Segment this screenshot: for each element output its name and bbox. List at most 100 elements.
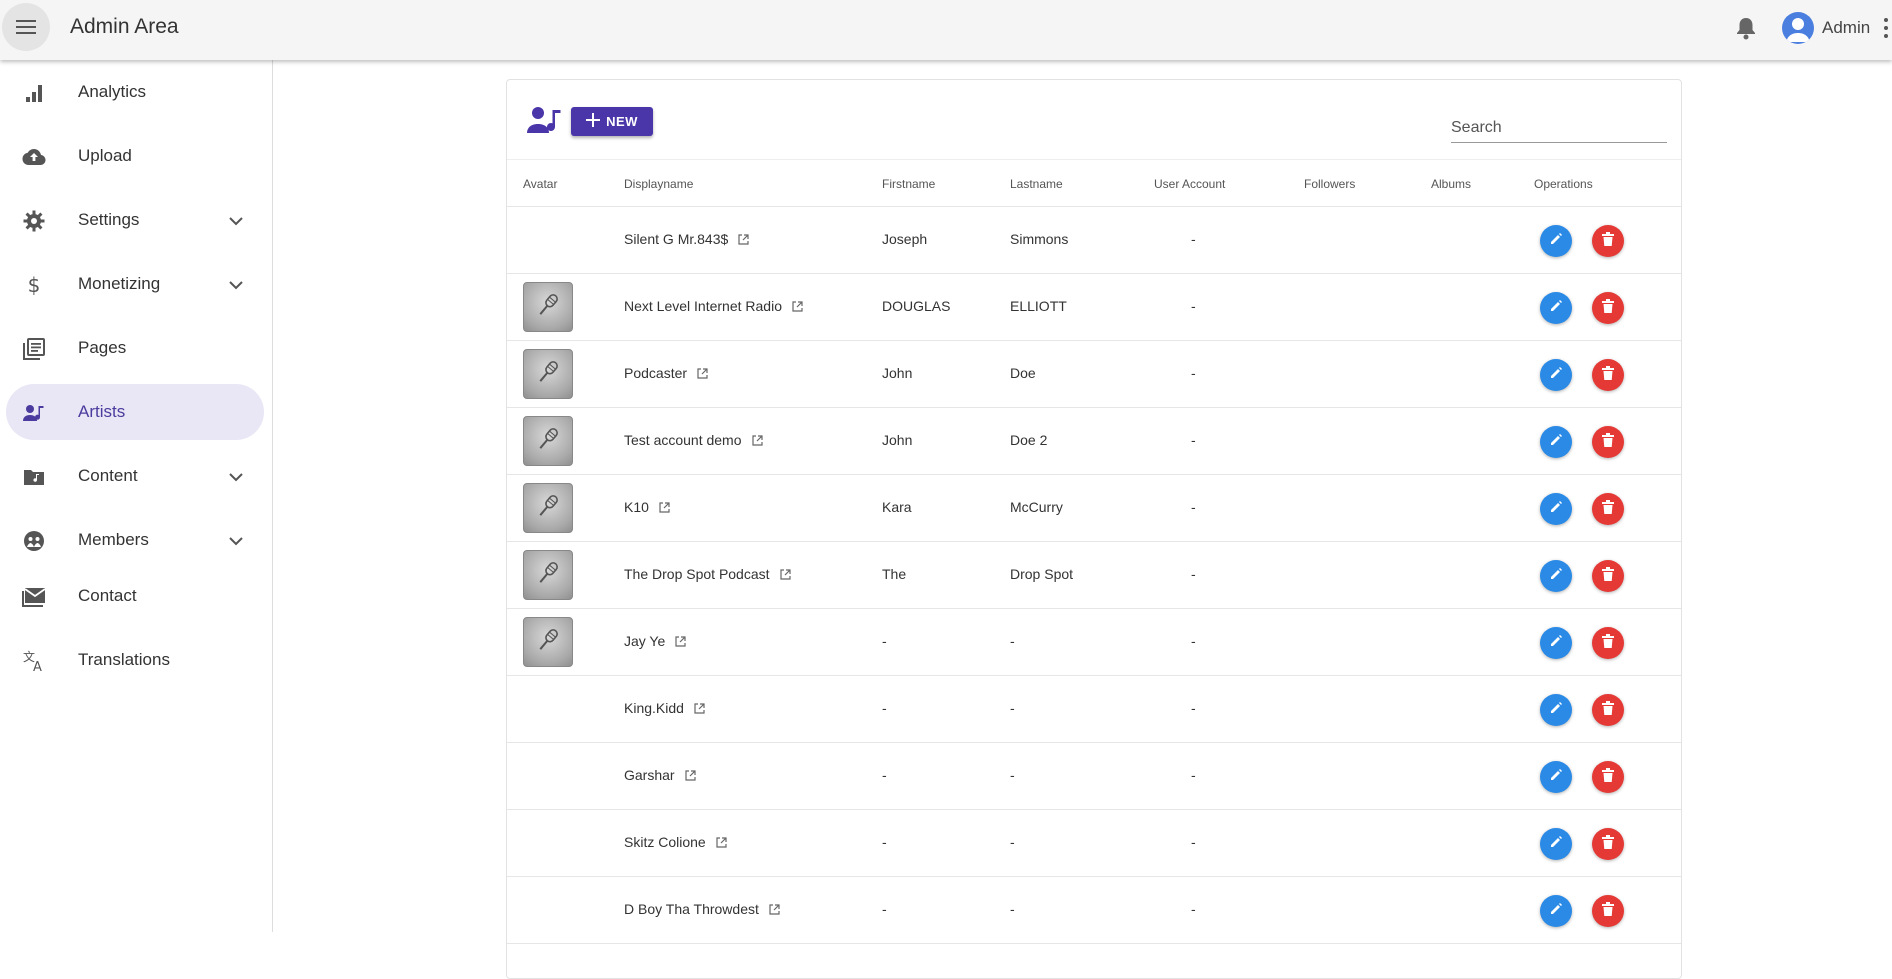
trash-icon <box>1602 365 1614 385</box>
sidebar-item-translations[interactable]: 文A Translations <box>6 632 264 688</box>
sidebar-item-label: Content <box>78 466 138 485</box>
cell-firstname: - <box>882 901 887 917</box>
artist-displayname-link[interactable]: Jay Ye <box>624 633 686 650</box>
column-header-followers[interactable]: Followers <box>1304 177 1355 191</box>
top-app-bar: Admin Area Admin <box>0 0 1892 60</box>
bell-icon[interactable] <box>1735 16 1757 45</box>
edit-button[interactable] <box>1540 895 1572 927</box>
menu-icon[interactable] <box>2 3 50 51</box>
cell-firstname: - <box>882 767 887 783</box>
displayname-text: King.Kidd <box>624 700 684 716</box>
table-row: Skitz Colione - - - <box>507 810 1681 877</box>
delete-button[interactable] <box>1592 225 1624 257</box>
open-external-icon[interactable] <box>684 768 696 784</box>
edit-button[interactable] <box>1540 828 1572 860</box>
sidebar-item-upload[interactable]: Upload <box>6 128 264 184</box>
column-header-firstname[interactable]: Firstname <box>882 177 935 191</box>
edit-button[interactable] <box>1540 560 1572 592</box>
delete-button[interactable] <box>1592 627 1624 659</box>
open-external-icon[interactable] <box>751 433 763 449</box>
edit-button[interactable] <box>1540 426 1572 458</box>
delete-button[interactable] <box>1592 828 1624 860</box>
chevron-down-icon <box>229 533 243 551</box>
sidebar-item-members[interactable]: Members <box>6 512 264 568</box>
displayname-text: Podcaster <box>624 365 688 381</box>
sidebar-item-monetizing[interactable]: $ Monetizing <box>6 256 264 312</box>
open-external-icon[interactable] <box>769 902 780 918</box>
sidebar-item-contact[interactable]: Contact <box>6 568 264 624</box>
edit-button[interactable] <box>1540 761 1572 793</box>
search-input[interactable] <box>1451 113 1667 143</box>
artist-displayname-link[interactable]: King.Kidd <box>624 700 705 717</box>
table-row: D Boy Tha Throwdest - - - <box>507 877 1681 944</box>
table-row: Jay Ye - - - <box>507 609 1681 676</box>
sidebar-item-content[interactable]: Content <box>6 448 264 504</box>
artist-displayname-link[interactable]: D Boy Tha Throwdest <box>624 901 780 918</box>
edit-button[interactable] <box>1540 225 1572 257</box>
edit-button[interactable] <box>1540 627 1572 659</box>
artist-displayname-link[interactable]: K10 <box>624 499 670 516</box>
table-row: The Drop Spot Podcast The Drop Spot - <box>507 542 1681 609</box>
column-header-user-account[interactable]: User Account <box>1154 177 1225 191</box>
gear-icon <box>22 209 46 233</box>
avatar <box>1782 12 1814 44</box>
artist-displayname-link[interactable]: Next Level Internet Radio <box>624 298 803 315</box>
delete-button[interactable] <box>1592 359 1624 391</box>
open-external-icon[interactable] <box>675 634 686 650</box>
delete-button[interactable] <box>1592 426 1624 458</box>
artist-displayname-link[interactable]: Podcaster <box>624 365 708 382</box>
sidebar-item-pages[interactable]: Pages <box>6 320 264 376</box>
edit-button[interactable] <box>1540 292 1572 324</box>
displayname-text: Test account demo <box>624 432 742 448</box>
open-external-icon[interactable] <box>738 232 749 248</box>
open-external-icon[interactable] <box>779 567 791 583</box>
delete-button[interactable] <box>1592 560 1624 592</box>
column-header-albums[interactable]: Albums <box>1431 177 1471 191</box>
artist-displayname-link[interactable]: Silent G Mr.843$ <box>624 231 749 248</box>
cell-user-account: - <box>1191 901 1196 917</box>
cloud-upload-icon <box>22 145 46 169</box>
delete-button[interactable] <box>1592 493 1624 525</box>
cell-lastname: Doe <box>1010 365 1036 381</box>
sidebar-item-analytics[interactable]: Analytics <box>6 64 264 120</box>
pencil-icon <box>1549 500 1563 519</box>
cell-firstname: Joseph <box>882 231 928 247</box>
artist-avatar <box>523 483 573 533</box>
sidebar-item-settings[interactable]: Settings <box>6 192 264 248</box>
delete-button[interactable] <box>1592 895 1624 927</box>
delete-button[interactable] <box>1592 761 1624 793</box>
open-external-icon[interactable] <box>792 299 803 315</box>
sidebar: Analytics Upload Settings $ Monetizing P… <box>0 60 273 932</box>
pencil-icon <box>1549 902 1563 921</box>
sidebar-item-label: Pages <box>78 338 127 357</box>
artist-displayname-link[interactable]: The Drop Spot Podcast <box>624 566 791 583</box>
new-artist-button[interactable]: NEW <box>571 107 653 136</box>
trash-icon <box>1602 432 1614 452</box>
table-row: K10 Kara McCurry - <box>507 475 1681 542</box>
edit-button[interactable] <box>1540 694 1572 726</box>
sidebar-item-artists[interactable]: Artists <box>6 384 264 440</box>
artist-displayname-link[interactable]: Garshar <box>624 767 696 784</box>
edit-button[interactable] <box>1540 493 1572 525</box>
open-external-icon[interactable] <box>716 835 727 851</box>
edit-button[interactable] <box>1540 359 1572 391</box>
open-external-icon[interactable] <box>659 500 670 516</box>
artist-displayname-link[interactable]: Skitz Colione <box>624 834 727 851</box>
cell-firstname: Kara <box>882 499 912 515</box>
chevron-down-icon <box>229 277 243 295</box>
delete-button[interactable] <box>1592 694 1624 726</box>
sidebar-item-label: Translations <box>78 650 170 669</box>
pencil-icon <box>1549 299 1563 318</box>
column-header-displayname[interactable]: Displayname <box>624 177 693 191</box>
open-external-icon[interactable] <box>694 701 705 717</box>
microphone-icon <box>533 290 563 325</box>
more-vert-icon[interactable] <box>1884 18 1888 38</box>
user-menu[interactable]: Admin <box>1782 12 1870 44</box>
open-external-icon[interactable] <box>697 366 708 382</box>
delete-button[interactable] <box>1592 292 1624 324</box>
members-icon <box>22 529 46 553</box>
artist-displayname-link[interactable]: Test account demo <box>624 432 763 449</box>
displayname-text: Silent G Mr.843$ <box>624 231 729 247</box>
artist-icon <box>22 401 46 425</box>
column-header-lastname[interactable]: Lastname <box>1010 177 1063 191</box>
